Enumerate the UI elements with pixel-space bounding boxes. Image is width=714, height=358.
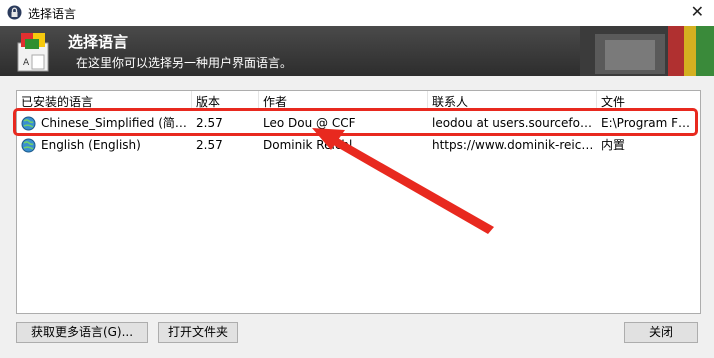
- globe-icon: [21, 138, 36, 153]
- window-title: 选择语言: [28, 7, 77, 21]
- get-more-languages-button[interactable]: 获取更多语言(G)...: [16, 322, 148, 343]
- row-author: Dominik Reichl: [263, 138, 353, 152]
- open-folder-button[interactable]: 打开文件夹: [158, 322, 238, 343]
- language-books-icon: A: [17, 33, 49, 72]
- language-dialog: 选择语言 ✕ A 选择语言 在这里你可以选择另一种用户界面语言。 已安装的语言 …: [0, 0, 714, 358]
- banner-decoration: [580, 26, 714, 76]
- row-contact: https://www.dominik-reic…: [432, 138, 594, 152]
- lock-icon: [7, 5, 22, 20]
- close-button[interactable]: 关闭: [624, 322, 698, 343]
- banner-subtitle: 在这里你可以选择另一种用户界面语言。: [76, 56, 293, 70]
- row-file: 内置: [601, 138, 626, 152]
- svg-text:A: A: [23, 58, 30, 68]
- row-language: English (English): [41, 138, 141, 152]
- list-item[interactable]: English (English) 2.57 Dominik Reichl ht…: [17, 135, 700, 156]
- row-version: 2.57: [196, 138, 223, 152]
- title-bar: 选择语言 ✕: [0, 0, 714, 27]
- banner-title: 选择语言: [68, 33, 129, 51]
- annotation-highlight-box: [13, 108, 698, 136]
- header-banner: A 选择语言 在这里你可以选择另一种用户界面语言。: [0, 26, 714, 76]
- close-window-button[interactable]: ✕: [691, 2, 704, 21]
